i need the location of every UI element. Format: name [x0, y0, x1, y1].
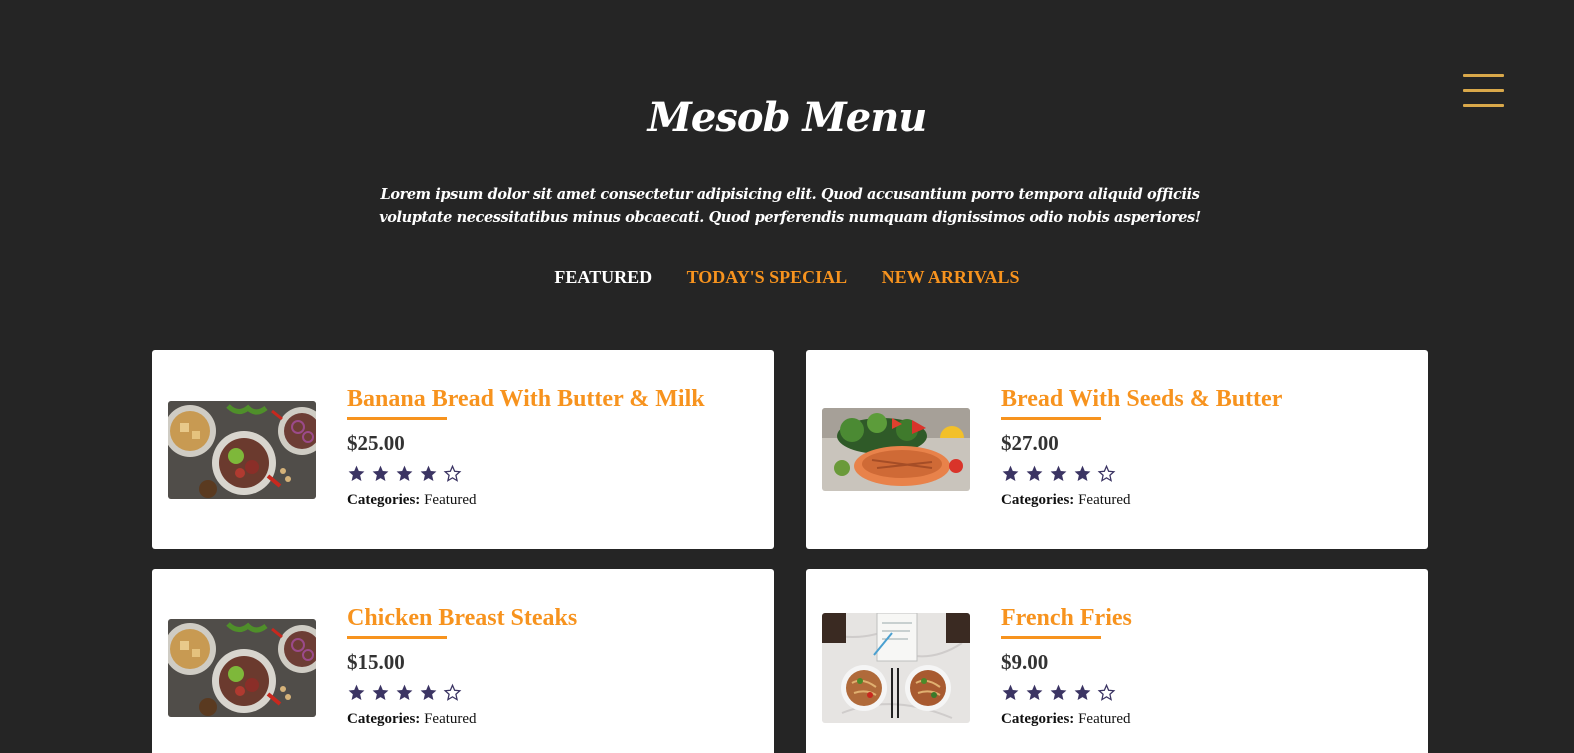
noodle-bowls-on-marble-table-photo [822, 613, 970, 723]
menu-item-card[interactable]: French Fries $9.00 Categories: Featured [806, 569, 1428, 753]
title-underline [1001, 636, 1101, 639]
star-empty-icon [1097, 464, 1116, 482]
star-filled-icon [420, 465, 437, 482]
page-description: Lorem ipsum dolor sit amet consectetur a… [379, 186, 1201, 226]
star-filled-icon [1002, 684, 1019, 701]
star-filled-icon [396, 465, 413, 482]
star-filled-icon [372, 684, 389, 701]
menu-item-name[interactable]: Bread With Seeds & Butter [1001, 383, 1412, 415]
star-filled-icon [1050, 684, 1067, 701]
bowls-of-salad-and-meat-photo [168, 401, 316, 499]
menu-item-categories: Categories: Featured [347, 492, 477, 508]
menu-item-card[interactable]: Chicken Breast Steaks $15.00 Categories:… [152, 569, 774, 753]
star-filled-icon [1026, 684, 1043, 701]
menu-item-categories: Categories: Featured [347, 711, 477, 727]
menu-item-categories: Categories: Featured [1001, 711, 1131, 727]
star-filled-icon [1074, 465, 1091, 482]
page: Mesob Menu Lorem ipsum dolor sit amet co… [0, 0, 1574, 753]
star-empty-icon [443, 464, 462, 482]
menu-item-name[interactable]: French Fries [1001, 602, 1412, 634]
star-rating [347, 464, 758, 486]
menu-item-categories: Categories: Featured [1001, 492, 1131, 508]
menu-item-card[interactable]: Banana Bread With Butter & Milk $25.00 C… [152, 350, 774, 549]
star-filled-icon [348, 465, 365, 482]
star-filled-icon [1026, 465, 1043, 482]
title-underline [347, 636, 447, 639]
star-rating [1001, 464, 1412, 486]
menu-item-price: $9.00 [1001, 650, 1049, 674]
star-empty-icon [1097, 683, 1116, 701]
star-filled-icon [372, 465, 389, 482]
tab-featured[interactable]: FEATURED [554, 267, 652, 288]
menu-item-price: $15.00 [347, 650, 405, 674]
star-filled-icon [1050, 465, 1067, 482]
title-underline [347, 417, 447, 420]
menu-item-price: $25.00 [347, 431, 405, 455]
page-title: Mesob Menu [647, 94, 928, 141]
tab-new-arrivals[interactable]: NEW ARRIVALS [882, 267, 1020, 288]
menu-item-details: Bread With Seeds & Butter $27.00 Categor… [1001, 383, 1412, 509]
menu-tabs: FEATURED TODAY'S SPECIAL NEW ARRIVALS [0, 267, 1574, 288]
menu-item-name[interactable]: Banana Bread With Butter & Milk [347, 383, 758, 415]
star-rating [347, 683, 758, 705]
star-filled-icon [1074, 684, 1091, 701]
star-filled-icon [348, 684, 365, 701]
menu-item-price: $27.00 [1001, 431, 1059, 455]
star-filled-icon [420, 684, 437, 701]
star-rating [1001, 683, 1412, 705]
menu-item-details: French Fries $9.00 Categories: Featured [1001, 602, 1412, 728]
menu-item-details: Chicken Breast Steaks $15.00 Categories:… [347, 602, 758, 728]
grilled-salmon-with-salad-photo [822, 408, 970, 491]
bowls-of-salad-and-meat-photo [168, 619, 316, 717]
star-empty-icon [443, 683, 462, 701]
menu-item-details: Banana Bread With Butter & Milk $25.00 C… [347, 383, 758, 509]
title-underline [1001, 417, 1101, 420]
menu-item-card[interactable]: Bread With Seeds & Butter $27.00 Categor… [806, 350, 1428, 549]
star-filled-icon [1002, 465, 1019, 482]
star-filled-icon [396, 684, 413, 701]
menu-item-name[interactable]: Chicken Breast Steaks [347, 602, 758, 634]
tab-todays-special[interactable]: TODAY'S SPECIAL [687, 267, 848, 288]
